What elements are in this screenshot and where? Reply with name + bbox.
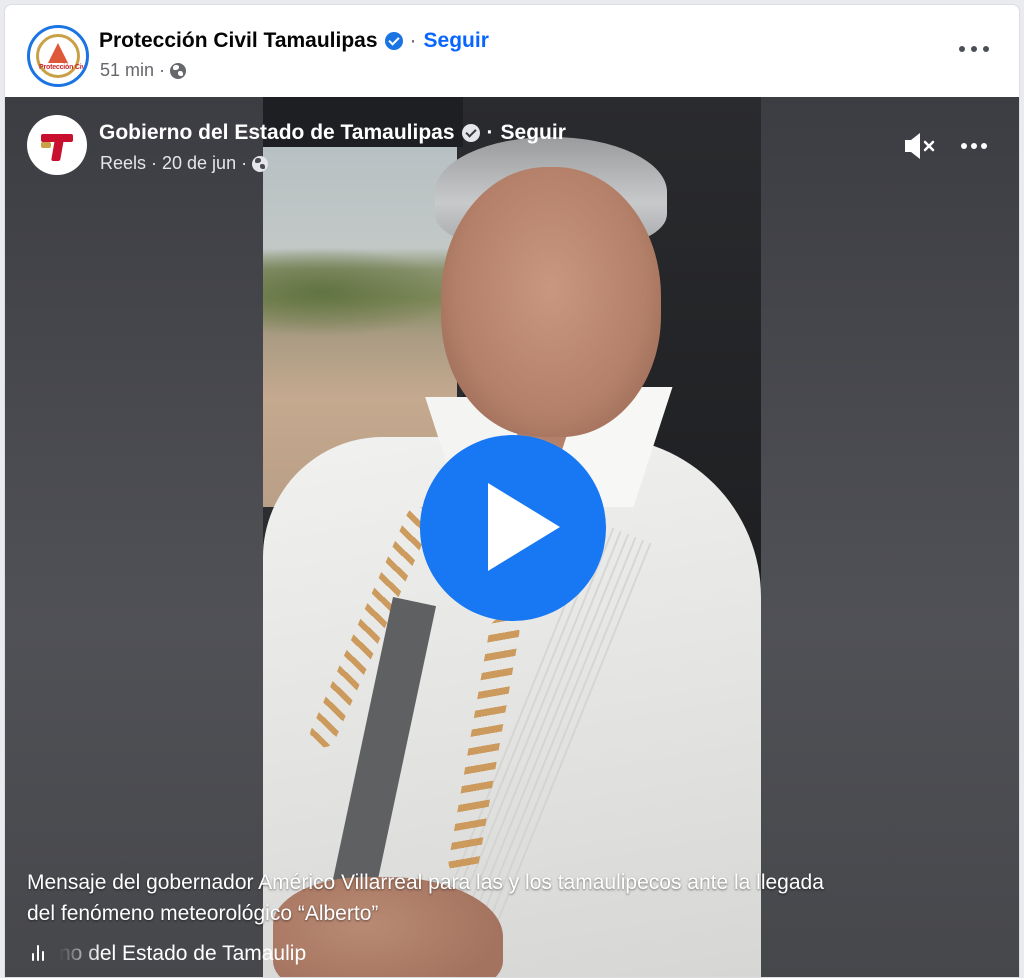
reel-author-row: Gobierno del Estado de Tamaulipas · Segu… bbox=[99, 121, 566, 145]
waveform-bar bbox=[37, 945, 39, 961]
more-dot-icon bbox=[971, 46, 977, 52]
page-avatar[interactable]: Protección Civil bbox=[27, 25, 89, 87]
post-header: Protección Civil Protección Civil Tamaul… bbox=[5, 5, 1019, 97]
post-meta: 51 min · bbox=[100, 60, 187, 81]
reel-meta-text[interactable]: Reels · 20 de jun · bbox=[100, 153, 247, 174]
post-timestamp[interactable]: 51 min · bbox=[100, 60, 165, 81]
post-more-options-button[interactable] bbox=[959, 39, 989, 59]
mute-toggle-button[interactable] bbox=[903, 129, 939, 163]
post-card: Protección Civil Protección Civil Tamaul… bbox=[4, 4, 1020, 978]
globe-icon bbox=[252, 155, 269, 172]
play-button[interactable] bbox=[420, 435, 606, 621]
civil-protection-logo-icon: Protección Civil bbox=[36, 34, 89, 78]
page-name[interactable]: Protección Civil Tamaulipas bbox=[99, 29, 378, 53]
reel-follow-button[interactable]: Seguir bbox=[501, 121, 566, 145]
reel-more-options-button[interactable] bbox=[961, 139, 987, 153]
globe-icon bbox=[170, 62, 187, 79]
tamaulipas-logo-accent bbox=[41, 142, 51, 148]
verified-badge-icon bbox=[384, 32, 403, 50]
separator-dot: · bbox=[409, 29, 417, 52]
separator-dot: · bbox=[486, 121, 494, 144]
more-dot-icon bbox=[983, 46, 989, 52]
audio-attribution[interactable]: no del Estado de Tamaulip bbox=[31, 940, 341, 968]
reel-author-name[interactable]: Gobierno del Estado de Tamaulipas bbox=[99, 121, 455, 145]
more-dot-icon bbox=[959, 46, 965, 52]
audio-track-name: no del Estado de Tamaulip bbox=[59, 942, 307, 965]
reel-video-player[interactable]: Gobierno del Estado de Tamaulipas · Segu… bbox=[5, 97, 1019, 977]
reel-author-avatar[interactable] bbox=[27, 115, 87, 175]
speaker-muted-icon bbox=[905, 133, 935, 159]
follow-button[interactable]: Seguir bbox=[424, 29, 489, 53]
more-dot-icon bbox=[971, 143, 977, 149]
waveform-bar bbox=[32, 953, 34, 961]
reel-caption: Mensaje del gobernador Américo Villarrea… bbox=[27, 871, 824, 925]
more-dot-icon bbox=[961, 143, 967, 149]
tamaulipas-logo-stem bbox=[51, 139, 64, 161]
verified-badge-icon bbox=[461, 124, 480, 142]
audio-waveform-icon bbox=[31, 945, 49, 963]
avatar-logo-text: Protección Civil bbox=[39, 64, 89, 71]
waveform-bar bbox=[42, 951, 44, 961]
person-face bbox=[441, 167, 661, 437]
page-name-row: Protección Civil Tamaulipas · Seguir bbox=[99, 29, 489, 53]
more-dot-icon bbox=[981, 143, 987, 149]
reel-meta: Reels · 20 de jun · bbox=[100, 153, 269, 174]
